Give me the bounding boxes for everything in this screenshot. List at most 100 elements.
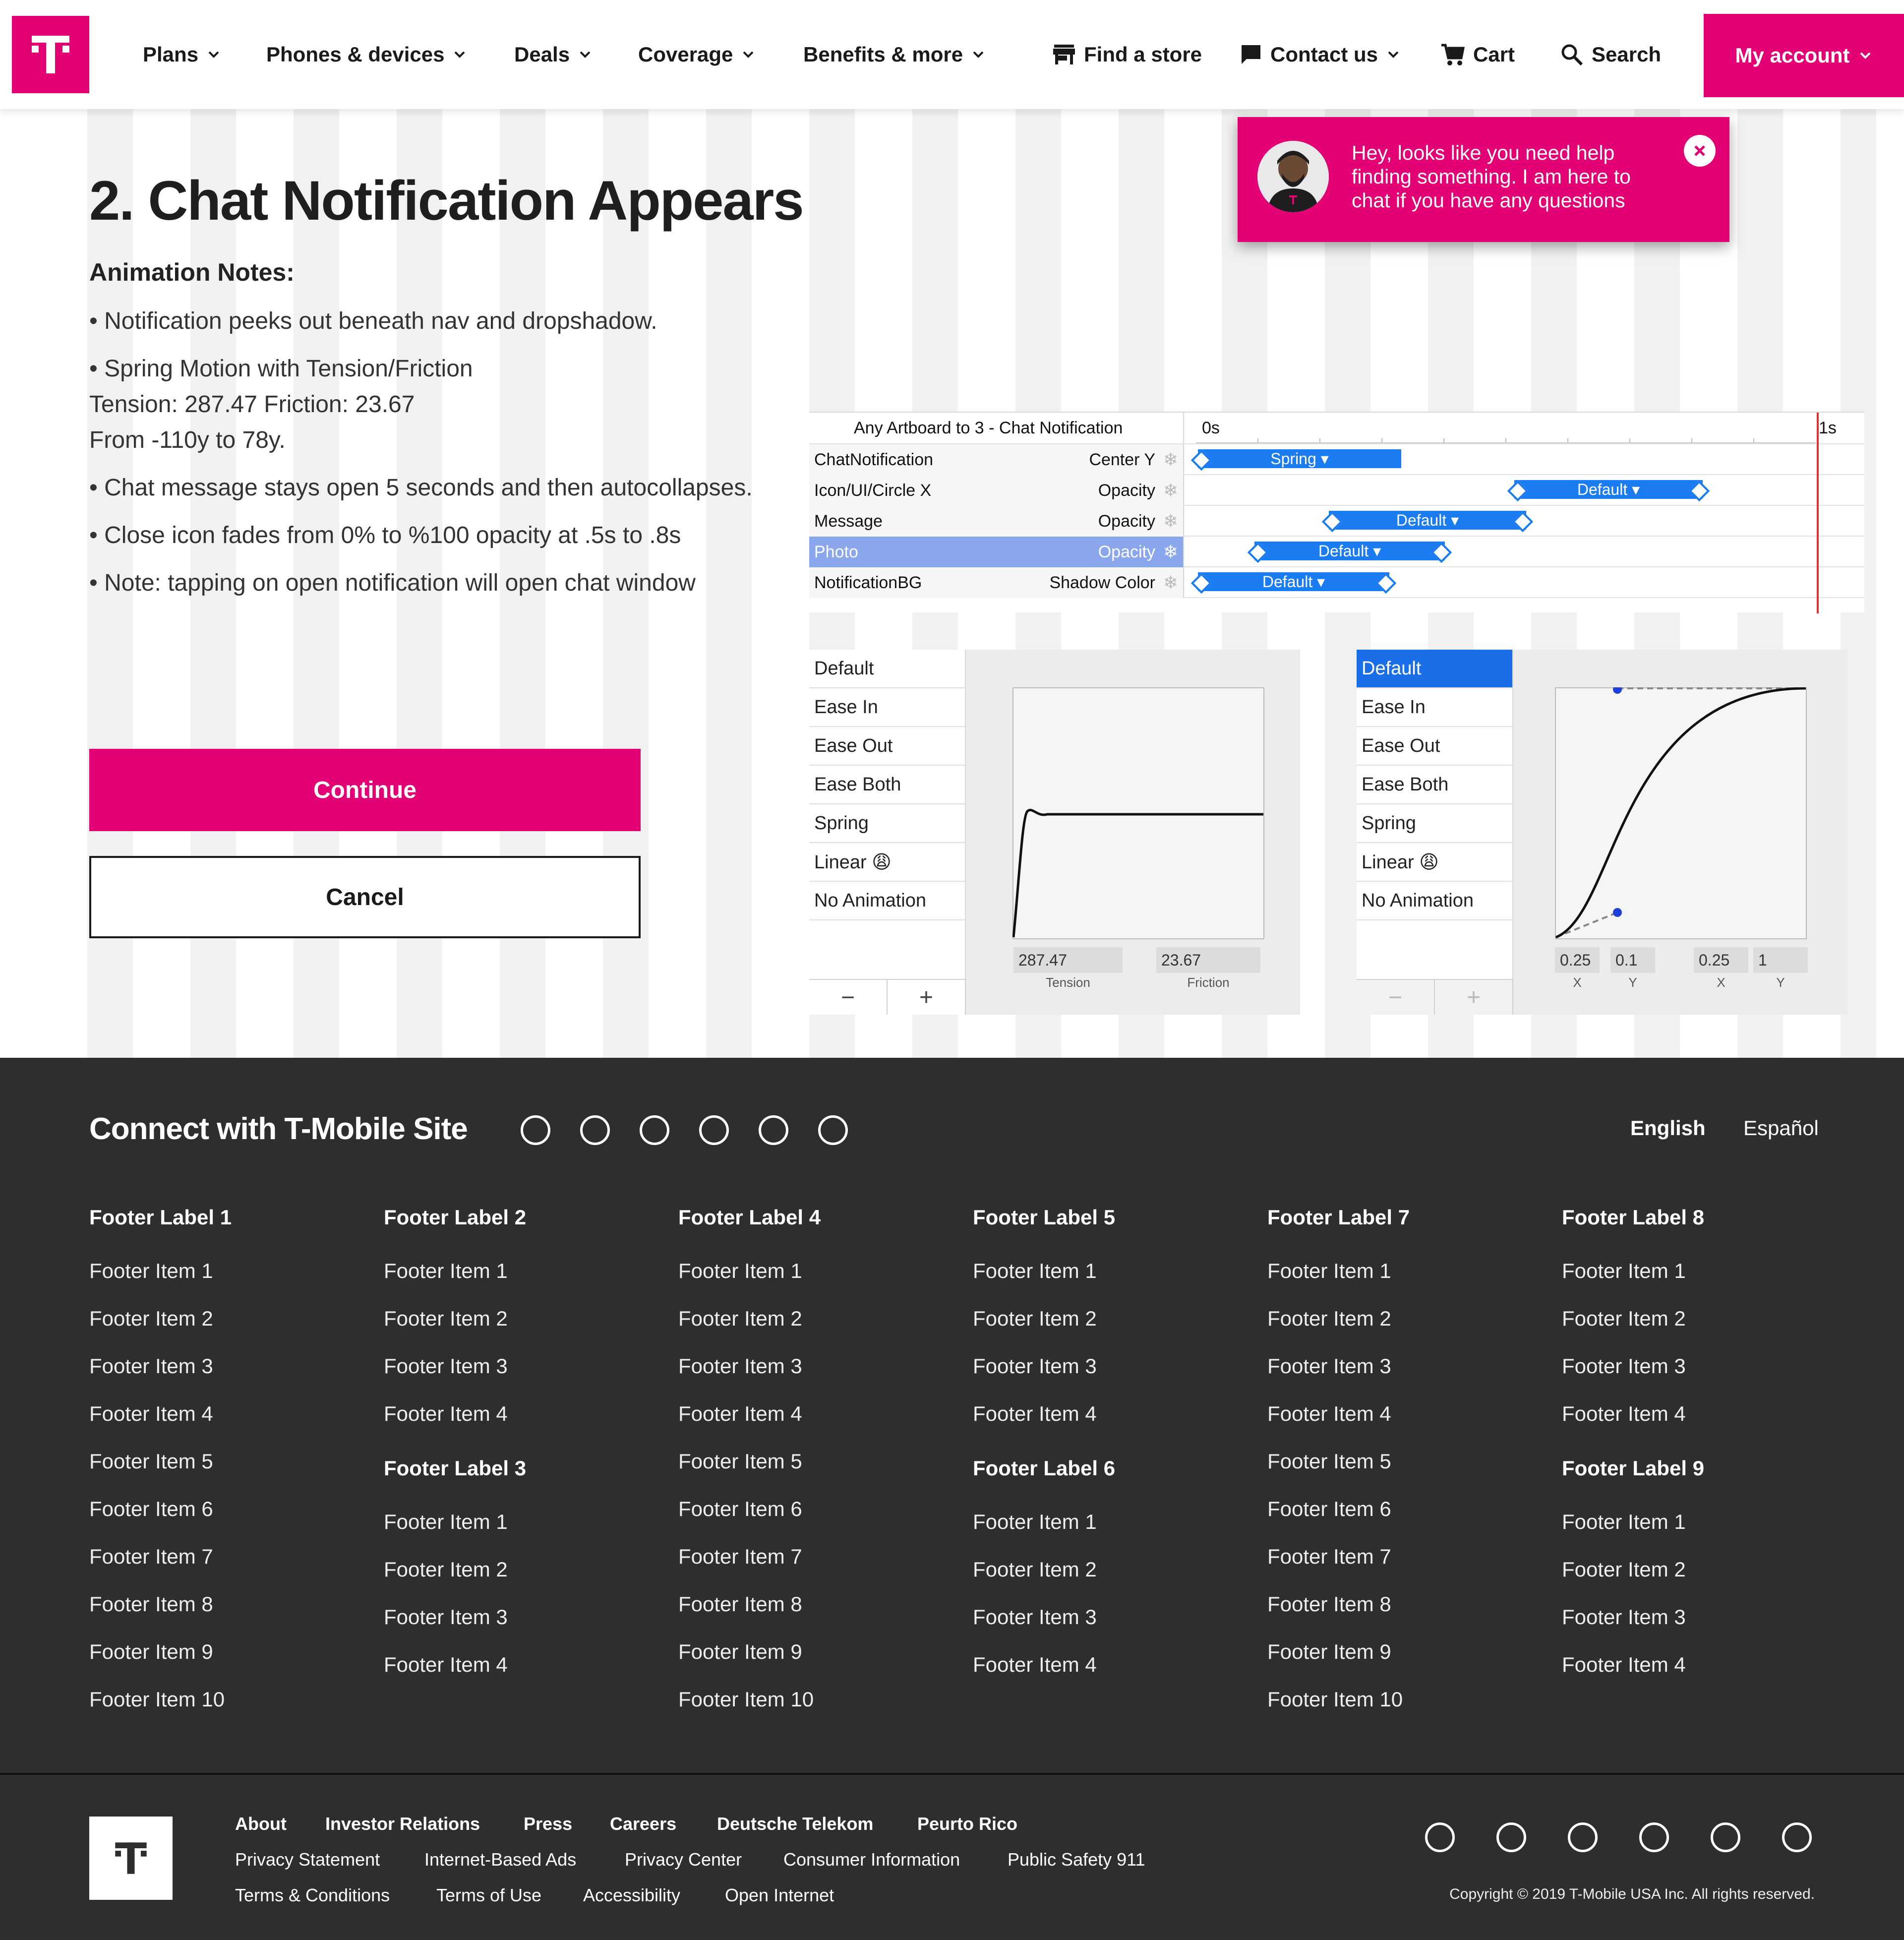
remove-easing-button[interactable]: −: [809, 980, 888, 1015]
footer-link[interactable]: Footer Item 2: [1267, 1306, 1545, 1354]
footer-link[interactable]: Footer Item 10: [89, 1687, 367, 1735]
gear-icon[interactable]: ❄: [1163, 542, 1178, 562]
footer-link[interactable]: Footer Item 8: [89, 1592, 367, 1639]
chat-notification[interactable]: Hey, looks like you need help finding so…: [1238, 117, 1729, 242]
tension-field[interactable]: 287.47: [1013, 947, 1123, 973]
footer-link[interactable]: Footer Item 2: [1562, 1557, 1840, 1605]
legal-link[interactable]: Internet-Based Ads: [424, 1849, 576, 1870]
language-espanol[interactable]: Español: [1743, 1116, 1819, 1140]
footer-link[interactable]: Footer Item 4: [973, 1401, 1250, 1449]
add-easing-button[interactable]: +: [888, 980, 966, 1015]
footer-link[interactable]: Footer Item 3: [973, 1354, 1250, 1401]
footer-link[interactable]: Footer Item 1: [1562, 1510, 1840, 1557]
footer-link[interactable]: Footer Item 3: [384, 1605, 661, 1652]
footer-link[interactable]: Footer Item 4: [678, 1401, 956, 1449]
footer-link[interactable]: Footer Item 4: [1562, 1401, 1840, 1449]
footer-link[interactable]: Footer Item 1: [89, 1259, 367, 1306]
footer-link[interactable]: Footer Item 9: [1267, 1639, 1545, 1687]
footer-link[interactable]: Footer Item 4: [1562, 1652, 1840, 1700]
tmobile-logo[interactable]: [89, 1817, 173, 1900]
add-easing-button[interactable]: +: [1435, 980, 1513, 1015]
footer-link[interactable]: Footer Item 3: [1562, 1354, 1840, 1401]
social-icon[interactable]: [1782, 1822, 1812, 1852]
legal-link[interactable]: Terms of Use: [436, 1885, 541, 1906]
tmobile-logo[interactable]: [12, 16, 89, 93]
easing-option[interactable]: Linear 😩: [809, 843, 965, 882]
easing-option[interactable]: No Animation: [1357, 882, 1512, 920]
footer-link[interactable]: Footer Item 4: [384, 1652, 661, 1700]
easing-option[interactable]: Ease Out: [809, 727, 965, 766]
social-icon[interactable]: [1568, 1822, 1598, 1852]
easing-option[interactable]: Ease Both: [809, 766, 965, 804]
bezier-y1-field[interactable]: 0.1: [1610, 947, 1655, 973]
bezier-y2-field[interactable]: 1: [1753, 947, 1808, 973]
footer-link[interactable]: Footer Item 2: [89, 1306, 367, 1354]
legal-link[interactable]: Privacy Statement: [235, 1849, 380, 1870]
timeline-row[interactable]: NotificationBG Shadow Color ❄ Default ▾: [809, 567, 1864, 598]
footer-link[interactable]: Footer Item 7: [1267, 1544, 1545, 1592]
legal-link[interactable]: Public Safety 911: [1008, 1849, 1145, 1870]
social-icon[interactable]: [640, 1115, 669, 1145]
footer-link[interactable]: Footer Item 3: [1267, 1354, 1545, 1401]
footer-link[interactable]: Footer Item 8: [678, 1592, 956, 1639]
social-icon[interactable]: [521, 1115, 550, 1145]
easing-option-selected[interactable]: Default: [1357, 650, 1512, 688]
social-icon[interactable]: [1425, 1822, 1455, 1852]
footer-link[interactable]: Footer Item 1: [973, 1510, 1250, 1557]
footer-link[interactable]: Footer Item 7: [678, 1544, 956, 1592]
footer-link[interactable]: Footer Item 2: [1562, 1306, 1840, 1354]
gear-icon[interactable]: ❄: [1163, 572, 1178, 593]
remove-easing-button[interactable]: −: [1357, 980, 1435, 1015]
bezier-x2-field[interactable]: 0.25: [1694, 947, 1748, 973]
footer-link[interactable]: Footer Item 1: [973, 1259, 1250, 1306]
footer-link[interactable]: Footer Item 3: [89, 1354, 367, 1401]
nav-plans[interactable]: Plans: [143, 0, 221, 109]
legal-link[interactable]: Press: [524, 1814, 572, 1834]
legal-link[interactable]: Deutsche Telekom: [717, 1814, 873, 1834]
footer-link[interactable]: Footer Item 8: [1267, 1592, 1545, 1639]
legal-link[interactable]: Investor Relations: [325, 1814, 480, 1834]
footer-link[interactable]: Footer Item 4: [89, 1401, 367, 1449]
social-icon[interactable]: [580, 1115, 610, 1145]
nav-search[interactable]: Search: [1560, 0, 1661, 109]
gear-icon[interactable]: ❄: [1163, 480, 1178, 501]
social-icon[interactable]: [1639, 1822, 1669, 1852]
nav-benefits[interactable]: Benefits & more: [803, 0, 986, 109]
my-account-button[interactable]: My account: [1704, 14, 1904, 97]
timeline-row[interactable]: Message Opacity ❄ Default ▾: [809, 506, 1864, 537]
footer-link[interactable]: Footer Item 1: [678, 1259, 956, 1306]
footer-link[interactable]: Footer Item 5: [1267, 1449, 1545, 1497]
language-english[interactable]: English: [1630, 1116, 1706, 1140]
legal-link[interactable]: Consumer Information: [783, 1849, 960, 1870]
footer-link[interactable]: Footer Item 9: [678, 1639, 956, 1687]
legal-link[interactable]: Terms & Conditions: [235, 1885, 390, 1906]
footer-link[interactable]: Footer Item 6: [1267, 1497, 1545, 1544]
footer-link[interactable]: Footer Item 2: [384, 1306, 661, 1354]
social-icon[interactable]: [699, 1115, 729, 1145]
legal-link[interactable]: About: [235, 1814, 287, 1834]
cancel-button[interactable]: Cancel: [89, 856, 641, 938]
footer-link[interactable]: Footer Item 6: [89, 1497, 367, 1544]
footer-link[interactable]: Footer Item 4: [1267, 1401, 1545, 1449]
easing-option[interactable]: Linear 😩: [1357, 843, 1512, 882]
easing-option[interactable]: Spring: [1357, 804, 1512, 843]
legal-link[interactable]: Careers: [610, 1814, 676, 1834]
footer-link[interactable]: Footer Item 4: [384, 1401, 661, 1449]
social-icon[interactable]: [818, 1115, 848, 1145]
easing-option[interactable]: No Animation: [809, 882, 965, 920]
easing-option[interactable]: Ease In: [1357, 688, 1512, 727]
easing-bar[interactable]: Default ▾: [1254, 542, 1445, 560]
footer-link[interactable]: Footer Item 2: [973, 1306, 1250, 1354]
footer-link[interactable]: Footer Item 1: [384, 1510, 661, 1557]
bezier-x1-field[interactable]: 0.25: [1555, 947, 1600, 973]
footer-link[interactable]: Footer Item 2: [678, 1306, 956, 1354]
nav-find-store[interactable]: Find a store: [1052, 0, 1202, 109]
nav-phones[interactable]: Phones & devices: [266, 0, 467, 109]
timeline-row[interactable]: Photo Opacity ❄ Default ▾: [809, 537, 1864, 567]
footer-link[interactable]: Footer Item 2: [384, 1557, 661, 1605]
easing-bar[interactable]: Spring ▾: [1198, 449, 1401, 468]
playhead[interactable]: [1817, 413, 1819, 613]
social-icon[interactable]: [1711, 1822, 1740, 1852]
footer-link[interactable]: Footer Item 1: [1267, 1259, 1545, 1306]
footer-link[interactable]: Footer Item 1: [1562, 1259, 1840, 1306]
